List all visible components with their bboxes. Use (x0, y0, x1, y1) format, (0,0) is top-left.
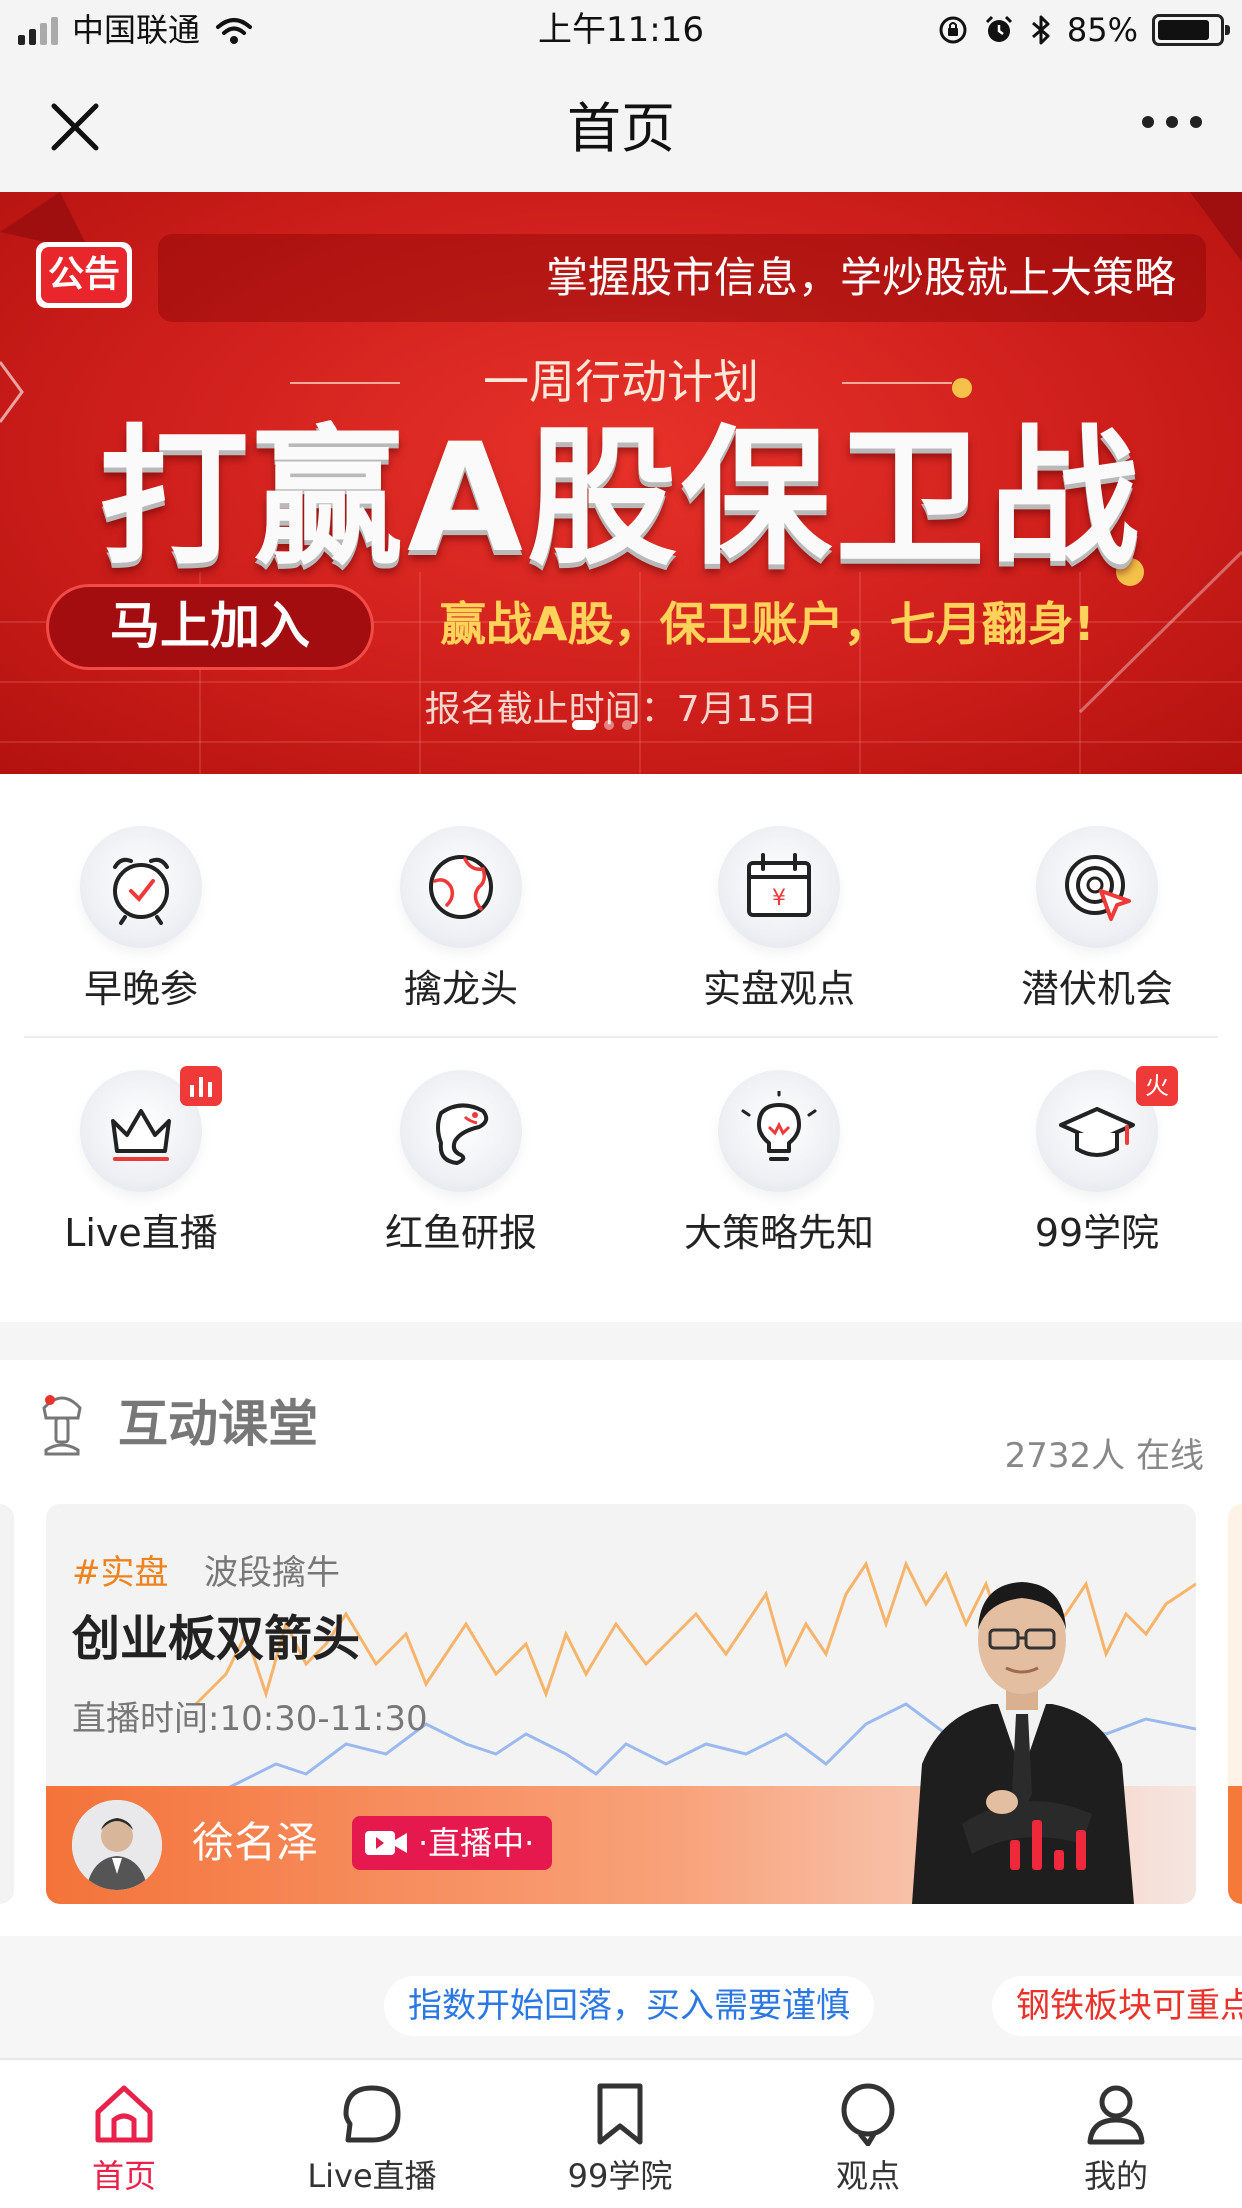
promo-banner[interactable]: 公告 掌握股市信息，学炒股就上大策略 一周行动计划 打赢A股保卫战 马上加入 赢… (0, 192, 1242, 774)
tab-99-academy[interactable]: 99学院 (496, 2060, 744, 2208)
section-gap (0, 1322, 1242, 1360)
battery-icon (1152, 14, 1230, 46)
menu-item-live-views[interactable]: ¥ 实盘观点 (624, 826, 934, 1012)
tab-views[interactable]: 观点 (744, 2060, 992, 2208)
teacher-name: 徐名泽 (192, 1818, 319, 1867)
menu-label: 早晚参 (83, 967, 198, 1011)
lightbulb-icon (718, 1070, 840, 1192)
tab-live[interactable]: Live直播 (248, 2060, 496, 2208)
menu-item-morning-evening[interactable]: 早晚参 (0, 826, 296, 1012)
bar-chart-icon (180, 1066, 222, 1106)
menu-item-red-fish-report[interactable]: 红鱼研报 (306, 1070, 616, 1256)
ticker-item[interactable]: 钢铁板块可重点关注 (992, 1976, 1242, 2036)
interactive-classroom-section: 互动课堂 2732人 在线 #实盘 波段擒牛 创业板双箭头 直播时间:10:30… (0, 1360, 1242, 1936)
menu-item-hidden-opportunity[interactable]: 潜伏机会 (942, 826, 1242, 1012)
globe-icon (400, 826, 522, 948)
tab-label: 我的 (1083, 2157, 1148, 2195)
menu-item-live[interactable]: Live直播 (0, 1066, 296, 1256)
feature-grid: 早晚参 擒龙头 ¥ 实盘观点 潜伏机会 Live直播 红鱼研报 大策略先知 火 … (0, 774, 1242, 1322)
tab-label: Live直播 (307, 2157, 437, 2195)
rotation-lock-icon (939, 16, 967, 44)
carousel-dot[interactable] (572, 720, 596, 730)
menu-label: 擒龙头 (403, 967, 518, 1011)
menu-label: Live直播 (64, 1211, 218, 1255)
nav-bar: 首页 (0, 62, 1242, 192)
bluetooth-icon (1031, 15, 1050, 45)
menu-label: 大策略先知 (683, 1211, 874, 1255)
notice-tag-label: 公告 (41, 247, 127, 303)
live-status-badge: ·直播中· (352, 1816, 552, 1870)
menu-label: 实盘观点 (702, 967, 855, 1011)
alarm-icon (985, 15, 1012, 42)
menu-label: 99学院 (1034, 1211, 1160, 1255)
tab-me[interactable]: 我的 (992, 2060, 1240, 2208)
section-title: 互动课堂 (118, 1395, 318, 1453)
menu-label: 红鱼研报 (384, 1211, 537, 1255)
status-right: 85% (937, 10, 1230, 50)
status-bar: 中国联通 上午11:16 85% (0, 0, 1242, 62)
notice-bar[interactable]: 掌握股市信息，学炒股就上大策略 (158, 234, 1206, 322)
avatar (72, 1800, 162, 1890)
video-camera-icon (365, 1831, 407, 1855)
notice-tag: 公告 (36, 242, 132, 308)
battery-percent: 85% (1066, 11, 1138, 49)
next-card-peek[interactable] (1228, 1504, 1242, 1904)
bookmark-icon (597, 2083, 643, 2145)
live-equalizer-icon (1010, 1814, 1086, 1870)
fish-icon (400, 1070, 522, 1192)
calendar-icon: ¥ (718, 826, 840, 948)
tab-label: 观点 (835, 2157, 900, 2195)
card-title: 创业板双箭头 (72, 1611, 361, 1667)
graduation-cap-icon: 火 (1036, 1066, 1178, 1192)
carousel-dot[interactable] (604, 720, 614, 730)
card-tag: #实盘 (72, 1553, 169, 1593)
classroom-lamp-icon (42, 1395, 82, 1456)
card-subtitle: 波段擒牛 (204, 1553, 340, 1593)
home-icon (95, 2085, 153, 2143)
grid-divider (24, 1036, 1218, 1038)
bottom-tab-bar: 首页 Live直播 99学院 观点 我的 (0, 2058, 1242, 2208)
tab-label: 首页 (91, 2157, 156, 2195)
alarm-clock-icon (80, 826, 202, 948)
menu-label: 潜伏机会 (1020, 967, 1173, 1011)
tab-home[interactable]: 首页 (0, 2060, 248, 2208)
live-bubble-icon (343, 2085, 401, 2143)
carousel-dot[interactable] (622, 720, 632, 730)
banner-title: 打赢A股保卫战 (98, 412, 1144, 586)
prev-card-peek[interactable] (0, 1504, 14, 1904)
svg-text:¥: ¥ (772, 886, 786, 911)
ticker-item[interactable]: 指数开始回落，买入需要谨慎 (384, 1976, 874, 2036)
menu-item-strategy-prophet[interactable]: 大策略先知 (624, 1070, 934, 1256)
join-button[interactable]: 马上加入 (46, 584, 374, 670)
live-class-card[interactable]: #实盘 波段擒牛 创业板双箭头 直播时间:10:30-11:30 徐名泽 ·直播… (46, 1504, 1196, 1904)
carousel-dots[interactable] (572, 720, 632, 730)
online-count: 2732人 在线 (1004, 1436, 1204, 1476)
live-status-label: ·直播中· (418, 1824, 535, 1862)
chat-bubble-icon (841, 2083, 895, 2146)
menu-item-99-academy[interactable]: 火 99学院 (942, 1066, 1242, 1256)
page-title: 首页 (567, 97, 675, 160)
tab-label: 99学院 (567, 2157, 673, 2195)
news-ticker: 指数开始回落，买入需要谨慎 钢铁板块可重点关注 (0, 1936, 1242, 2058)
banner-subtitle: 一周行动计划 (483, 355, 759, 409)
banner-slogan: 赢战A股，保卫账户，七月翻身! (440, 597, 1095, 651)
notice-text: 掌握股市信息，学炒股就上大策略 (545, 253, 1176, 302)
menu-item-dragon-head[interactable]: 擒龙头 (306, 826, 616, 1012)
user-icon (1087, 2085, 1145, 2145)
hot-badge: 火 (1136, 1066, 1178, 1106)
battery-level (1158, 20, 1209, 40)
crown-icon (80, 1066, 222, 1192)
target-cursor-icon (1036, 826, 1158, 948)
card-time: 直播时间:10:30-11:30 (72, 1699, 428, 1739)
more-icon[interactable] (1142, 116, 1202, 128)
